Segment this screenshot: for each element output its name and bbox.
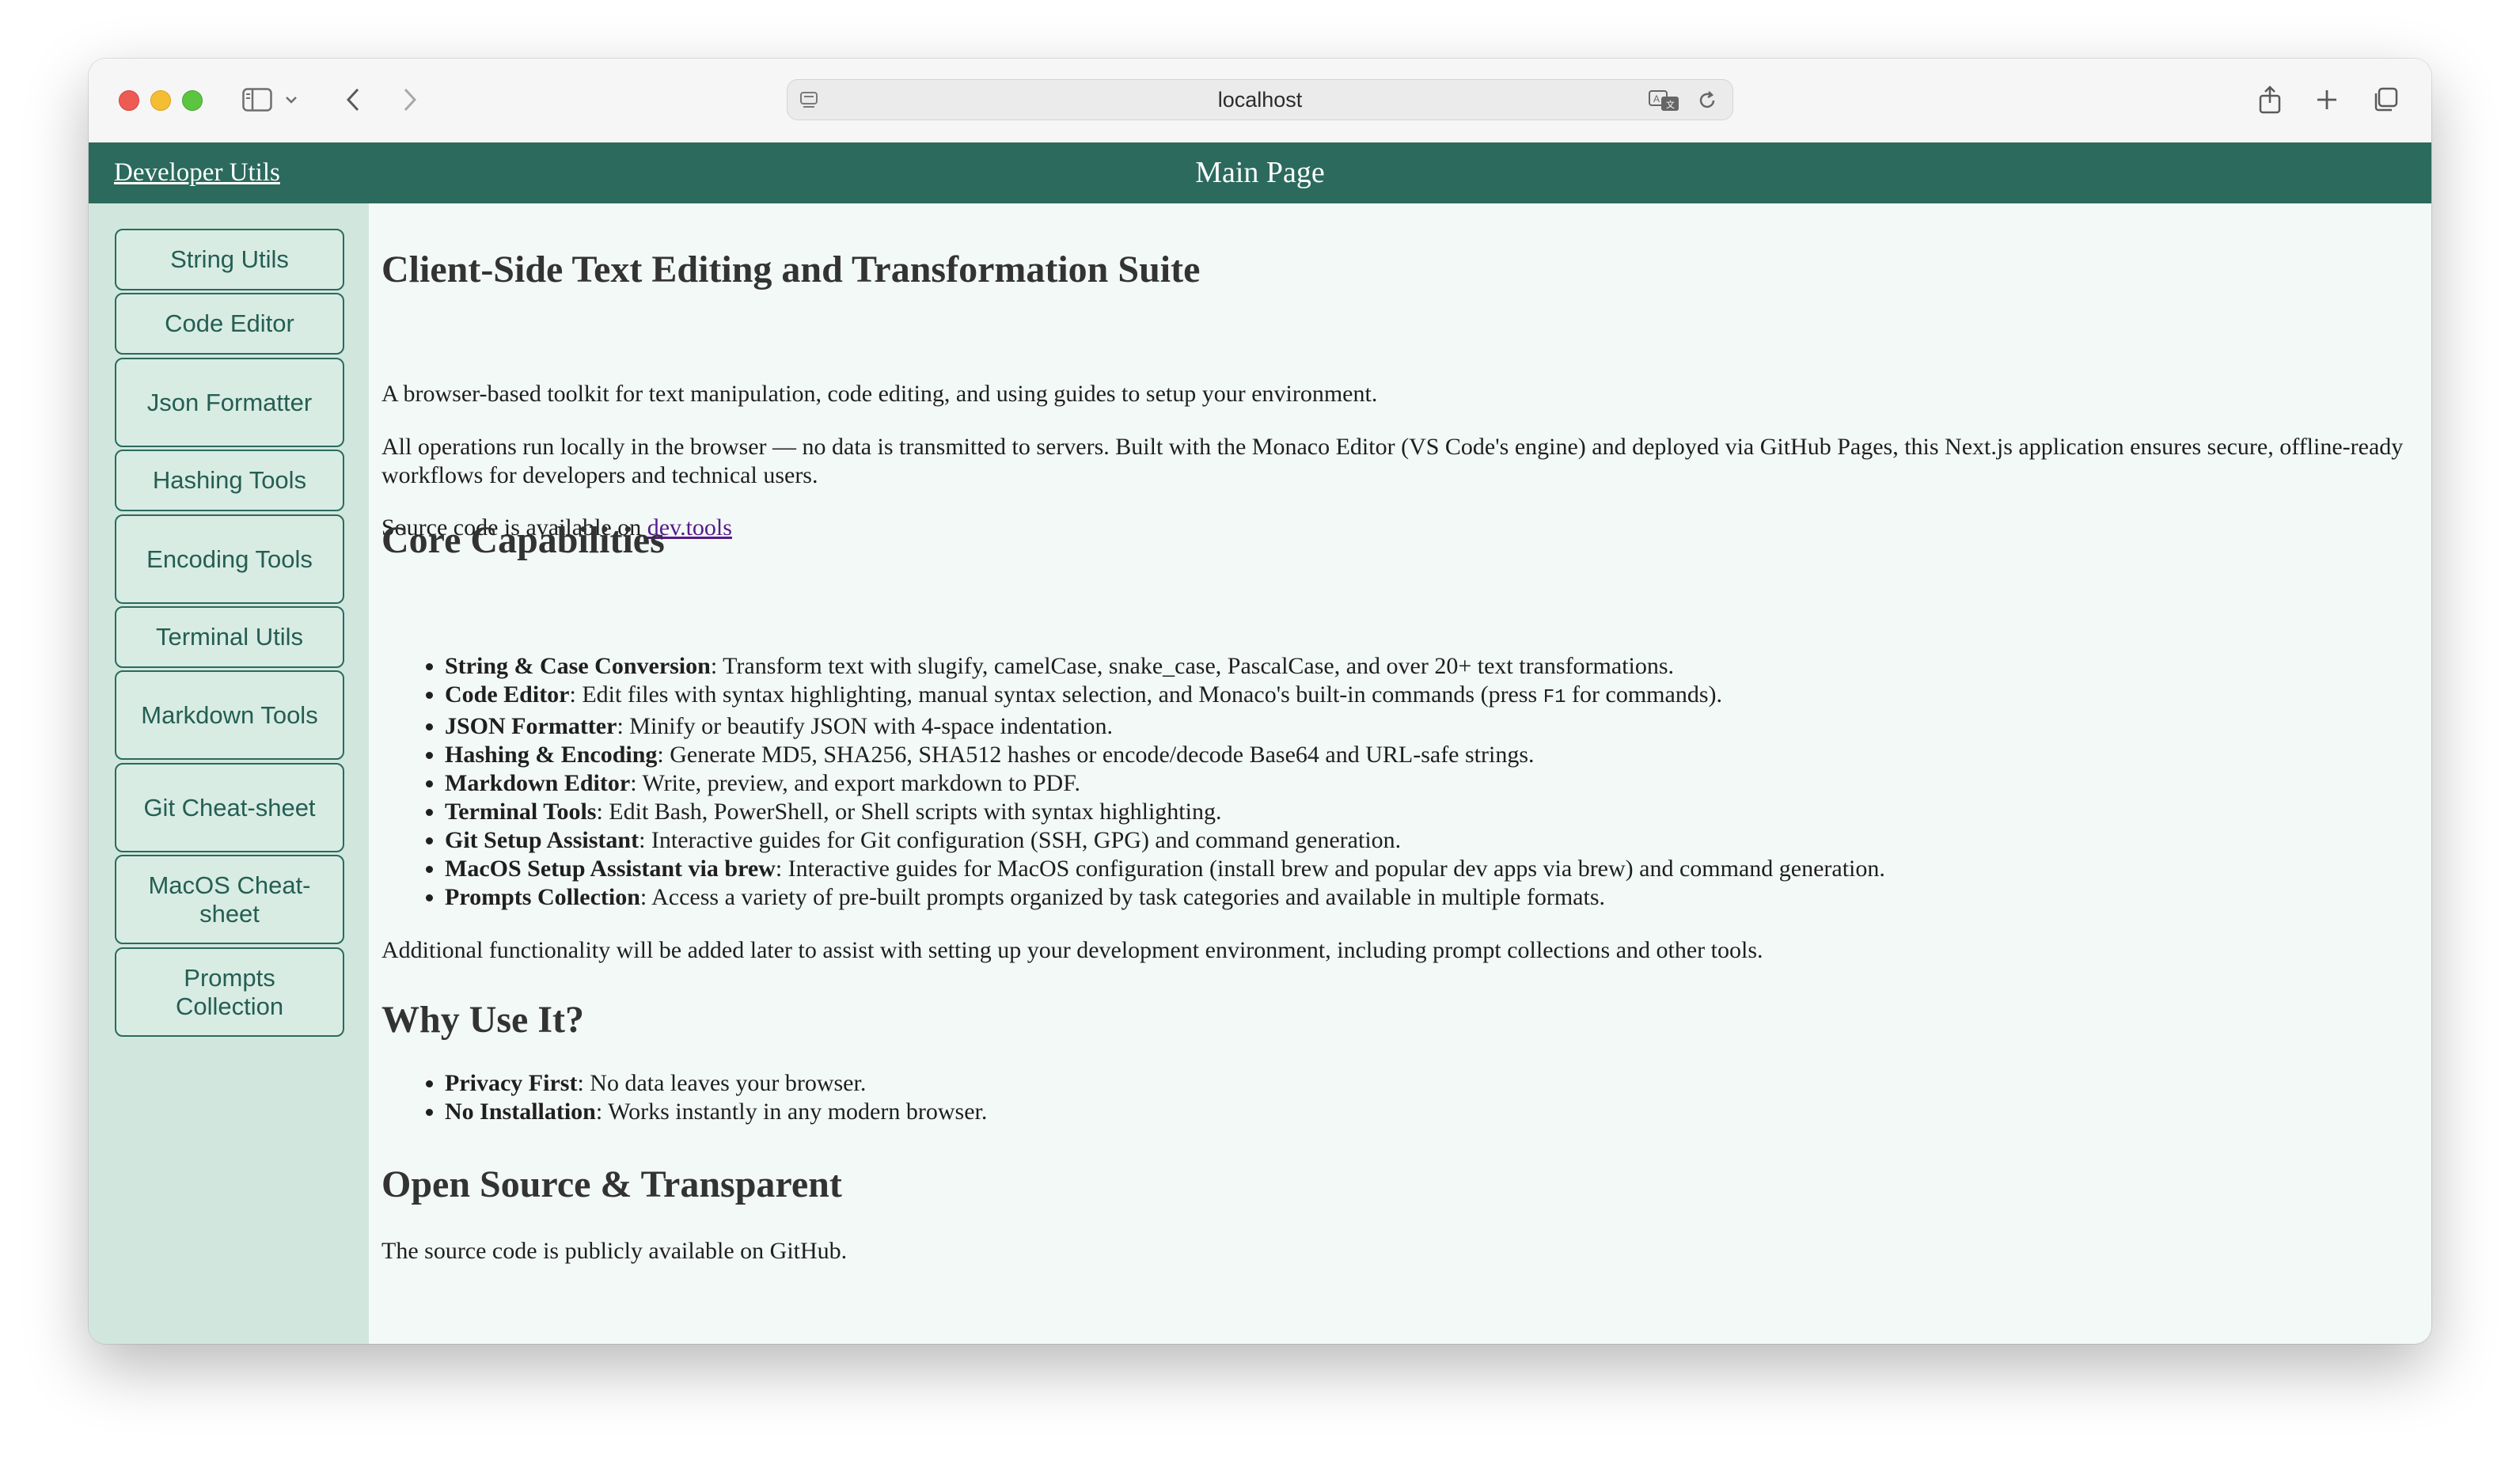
list-item-term: No Installation [445, 1099, 596, 1125]
list-item-term: Markdown Editor [445, 770, 631, 796]
minimize-window-button[interactable] [150, 90, 171, 111]
list-item: JSON Formatter: Minify or beautify JSON … [445, 712, 2423, 741]
list-item: Hashing & Encoding: Generate MD5, SHA256… [445, 741, 2423, 769]
sidebar-item-markdown-tools[interactable]: Markdown Tools [115, 670, 344, 760]
sidebar-item-prompts-collection[interactable]: Prompts Collection [115, 947, 344, 1037]
sidebar: String Utils Code Editor Json Formatter … [89, 203, 369, 1344]
list-item: Markdown Editor: Write, preview, and exp… [445, 769, 2423, 798]
url-text: localhost [1217, 88, 1303, 112]
list-item-term: Git Setup Assistant [445, 827, 639, 853]
list-item-desc: : Access a variety of pre-built prompts … [639, 884, 1605, 910]
list-item-term: Hashing & Encoding [445, 742, 658, 768]
new-tab-icon[interactable] [2313, 79, 2341, 120]
sidebar-toggle-icon[interactable] [239, 79, 275, 120]
forward-arrow-icon[interactable] [397, 79, 423, 120]
list-item-term: JSON Formatter [445, 713, 617, 739]
sidebar-item-macos-cheat-sheet[interactable]: MacOS Cheat-sheet [115, 855, 344, 944]
list-item-term: MacOS Setup Assistant via brew [445, 856, 776, 882]
list-item-desc: : Minify or beautify JSON with 4-space i… [617, 713, 1113, 739]
list-item-desc-after: for commands). [1566, 681, 1722, 708]
sidebar-item-json-formatter[interactable]: Json Formatter [115, 358, 344, 447]
page-title: Main Page [1195, 156, 1325, 189]
list-item-term: Terminal Tools [445, 799, 597, 825]
sidebar-item-code-editor[interactable]: Code Editor [115, 293, 344, 355]
capabilities-list: String & Case Conversion: Transform text… [381, 652, 2423, 912]
svg-text:文: 文 [1666, 99, 1675, 110]
close-window-button[interactable] [119, 90, 139, 111]
list-item-term: Privacy First [445, 1070, 578, 1096]
list-item: Privacy First: No data leaves your brows… [445, 1069, 2423, 1098]
source-paragraph: Source code is available on dev.tools [381, 514, 2416, 542]
additional-paragraph: Additional functionality will be added l… [381, 937, 1763, 963]
sidebar-item-encoding-tools[interactable]: Encoding Tools [115, 514, 344, 604]
reload-icon[interactable] [1696, 89, 1718, 116]
list-item: No Installation: Works instantly in any … [445, 1098, 2423, 1126]
list-item-term: Code Editor [445, 681, 570, 708]
translate-icon[interactable]: A文 [1649, 89, 1680, 116]
capabilities-heading: Core Capabilities [381, 519, 665, 561]
list-item-desc: : Interactive guides for Git configurati… [639, 827, 1402, 853]
why-heading: Why Use It? [381, 999, 585, 1041]
svg-text:A: A [1653, 93, 1660, 104]
zoom-window-button[interactable] [182, 90, 203, 111]
main-heading: Client-Side Text Editing and Transformat… [381, 249, 1201, 290]
brand-link[interactable]: Developer Utils [114, 142, 280, 203]
tab-overview-icon[interactable] [2370, 79, 2401, 120]
chevron-down-icon[interactable] [283, 79, 299, 120]
operations-paragraph: All operations run locally in the browse… [381, 434, 2404, 488]
list-item-desc: : Interactive guides for MacOS configura… [775, 856, 1885, 882]
browser-window: localhost A文 Main Page Developer Utils S… [89, 59, 2431, 1344]
list-item-desc: : Generate MD5, SHA256, SHA512 hashes or… [657, 742, 1535, 768]
list-item-desc: : Edit files with syntax highlighting, m… [569, 681, 1543, 708]
open-source-paragraph: The source code is publicly available on… [381, 1238, 848, 1264]
list-item-desc: : Works instantly in any modern browser. [595, 1099, 988, 1125]
list-item: Prompts Collection: Access a variety of … [445, 883, 2423, 912]
list-item: String & Case Conversion: Transform text… [445, 652, 2423, 681]
list-item: Git Setup Assistant: Interactive guides … [445, 826, 2423, 855]
list-item: Code Editor: Edit files with syntax high… [445, 681, 2423, 712]
list-item-desc: : No data leaves your browser. [577, 1070, 867, 1096]
list-item-desc: : Transform text with slugify, camelCase… [710, 653, 1675, 679]
share-icon[interactable] [2256, 79, 2284, 120]
app-header: Main Page Developer Utils [89, 142, 2431, 203]
main-content: Client-Side Text Editing and Transformat… [369, 203, 2431, 1344]
why-list: Privacy First: No data leaves your brows… [381, 1069, 2423, 1126]
sidebar-item-git-cheat-sheet[interactable]: Git Cheat-sheet [115, 763, 344, 852]
open-source-heading: Open Source & Transparent [381, 1163, 842, 1205]
list-item-desc: : Edit Bash, PowerShell, or Shell script… [596, 799, 1222, 825]
list-item-term: String & Case Conversion [445, 653, 711, 679]
list-item-term: Prompts Collection [445, 884, 640, 910]
sidebar-item-terminal-utils[interactable]: Terminal Utils [115, 606, 344, 668]
address-bar[interactable]: localhost A文 [787, 79, 1733, 120]
sidebar-item-hashing-tools[interactable]: Hashing Tools [115, 450, 344, 511]
back-arrow-icon[interactable] [340, 79, 366, 120]
browser-toolbar: localhost A文 [89, 59, 2431, 143]
sidebar-item-string-utils[interactable]: String Utils [115, 229, 344, 290]
list-item-desc: : Write, preview, and export markdown to… [630, 770, 1080, 796]
list-item: MacOS Setup Assistant via brew: Interact… [445, 855, 2423, 883]
intro-paragraph: A browser-based toolkit for text manipul… [381, 381, 1378, 407]
list-item: Terminal Tools: Edit Bash, PowerShell, o… [445, 798, 2423, 826]
f1-key-code: F1 [1543, 687, 1566, 708]
